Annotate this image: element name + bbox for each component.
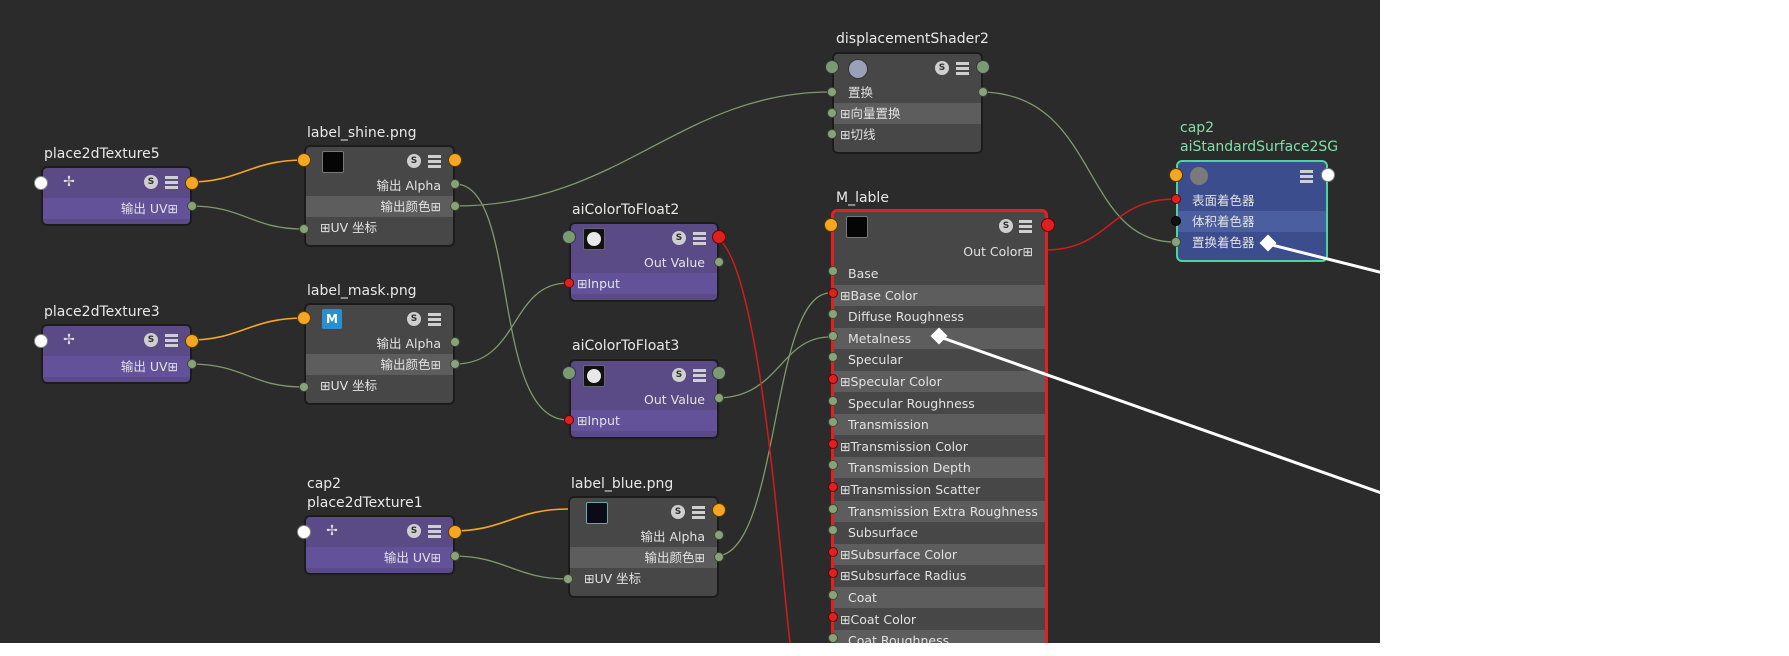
annotation-lines [939,242,1789,639]
